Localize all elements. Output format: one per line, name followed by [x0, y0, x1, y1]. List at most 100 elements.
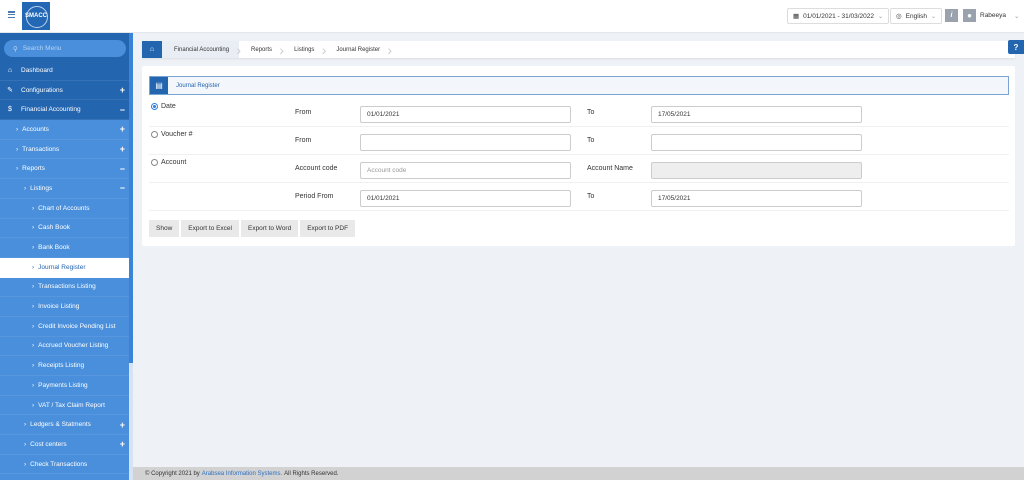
sidebar-item-label: Transactions — [22, 145, 60, 153]
export-excel-button[interactable]: Export to Excel — [181, 220, 239, 237]
top-header: SMACC ▦ 01/01/2021 - 31/03/2022 ⌄ ◎ English… — [0, 0, 1024, 33]
chevron-right-icon: › — [24, 421, 27, 429]
show-button[interactable]: Show — [149, 220, 180, 237]
breadcrumb-item[interactable]: Listings — [282, 41, 327, 58]
sidebar-item-transactions-listing[interactable]: › Transactions Listing — [0, 278, 129, 298]
account-row: Account Account code Account Name — [149, 155, 1009, 183]
chevron-right-icon: › — [32, 303, 35, 311]
report-card: ▤Journal Register Date From To Voucher #… — [142, 66, 1015, 246]
chevron-down-icon: ⌄ — [878, 13, 884, 20]
sidebar-item-credit-invoice-pending-list[interactable]: › Credit Invoice Pending List — [0, 317, 129, 337]
language-selector[interactable]: ◎ English ⌄ — [890, 8, 943, 24]
export-pdf-button[interactable]: Export to PDF — [300, 220, 356, 237]
sidebar-item-financial-accounting[interactable]: $ Financial Accounting − — [0, 100, 129, 121]
period-from-input[interactable] — [360, 190, 571, 207]
search-menu-input[interactable]: ⚲ Search Menu — [4, 40, 126, 57]
collapse-icon[interactable]: − — [120, 164, 125, 174]
sidebar-item-label: Configurations — [21, 86, 63, 94]
breadcrumb-item[interactable]: Financial Accounting — [162, 41, 241, 58]
wrench-icon: ✎ — [7, 87, 13, 95]
chevron-right-icon: › — [16, 145, 19, 153]
collapse-icon[interactable]: − — [120, 105, 125, 115]
voucher-to-input[interactable] — [651, 134, 862, 151]
expand-icon[interactable]: + — [120, 439, 125, 449]
to-label: To — [587, 137, 595, 144]
voucher-from-input[interactable] — [360, 134, 571, 151]
period-to-input[interactable] — [651, 190, 862, 207]
from-label: From — [295, 109, 312, 116]
chevron-right-icon: › — [24, 460, 27, 468]
hamburger-menu-icon[interactable] — [8, 11, 15, 18]
expand-icon[interactable]: + — [120, 420, 125, 430]
smacc-logo[interactable]: SMACC — [22, 2, 50, 30]
user-menu[interactable]: ● Rabeeya ⌄ — [963, 9, 1019, 22]
sidebar-scrollbar[interactable] — [129, 33, 133, 480]
sidebar-item-ledgers-statments[interactable]: › Ledgers & Statments + — [0, 415, 129, 436]
home-icon[interactable]: ⌂ — [142, 41, 162, 58]
chevron-right-icon: › — [16, 165, 19, 173]
period-from-label: Period From — [295, 193, 334, 200]
sidebar-item-invoice-listing[interactable]: › Invoice Listing — [0, 297, 129, 317]
voucher-row: Voucher # From To — [149, 127, 1009, 155]
date-radio[interactable]: Date — [151, 103, 176, 110]
chevron-down-icon: ⌄ — [1014, 12, 1020, 20]
sidebar-item-label: Journal Register — [38, 263, 86, 271]
chevron-right-icon: › — [32, 362, 35, 370]
sidebar-item-label: Payments Listing — [38, 381, 88, 389]
breadcrumb-item[interactable]: Reports — [239, 41, 284, 58]
sidebar-item-journal-register[interactable]: › Journal Register — [0, 257, 129, 278]
sidebar-item-dashboard[interactable]: ⌂ Dashboard — [0, 61, 129, 81]
sidebar-item-transactions[interactable]: › Transactions + — [0, 140, 129, 160]
sidebar-item-configurations[interactable]: ✎ Configurations + — [0, 81, 129, 101]
date-range-selector[interactable]: ▦ 01/01/2021 - 31/03/2022 ⌄ — [787, 8, 890, 24]
sidebar-item-label: Reports — [22, 165, 45, 173]
breadcrumb-item-current: Journal Register — [324, 41, 391, 58]
sidebar-item-label: Listings — [30, 184, 53, 192]
chevron-right-icon: › — [16, 125, 19, 133]
chevron-right-icon: › — [32, 244, 35, 252]
export-word-button[interactable]: Export to Word — [240, 220, 299, 237]
voucher-radio[interactable]: Voucher # — [151, 131, 193, 138]
info-button[interactable]: i — [945, 9, 958, 22]
help-icon[interactable]: ? — [1008, 40, 1024, 54]
sidebar-item-vat-tax-claim-report[interactable]: › VAT / Tax Claim Report — [0, 396, 129, 416]
account-radio[interactable]: Account — [151, 159, 186, 166]
sidebar-item-label: Ledgers & Statments — [30, 421, 91, 429]
collapse-icon[interactable]: − — [120, 183, 125, 193]
date-from-input[interactable] — [360, 106, 571, 123]
chevron-right-icon: › — [32, 224, 35, 232]
sidebar-item-label: Credit Invoice Pending List — [38, 322, 116, 330]
sidebar-item-accrued-voucher-listing[interactable]: › Accrued Voucher Listing — [0, 337, 129, 357]
chevron-down-icon: ⌄ — [931, 13, 937, 20]
sidebar-item-receipts-listing[interactable]: › Receipts Listing — [0, 356, 129, 376]
sidebar-item-check-transactions[interactable]: › Check Transactions — [0, 455, 129, 475]
expand-icon[interactable]: + — [120, 124, 125, 134]
panel-title: ▤ Journal Register — [149, 76, 1009, 95]
globe-icon: ◎ — [896, 13, 902, 20]
sidebar-item-chart-of-accounts[interactable]: › Chart of Accounts — [0, 199, 129, 219]
sidebar-item-label: Transactions Listing — [38, 283, 96, 291]
account-name-input — [651, 162, 862, 179]
date-to-input[interactable] — [651, 106, 862, 123]
footer: © Copyright 2021 by Arabsea Information … — [133, 467, 1024, 480]
sidebar-item-listings[interactable]: › Listings − — [0, 179, 129, 199]
sidebar-item-bank-book[interactable]: › Bank Book — [0, 238, 129, 258]
company-link[interactable]: Arabsea Information Systems. — [202, 471, 282, 477]
sidebar: ⚲ Search Menu ⌂ Dashboard ✎ Configurations + $… — [0, 33, 129, 480]
period-row: Period From To — [149, 183, 1009, 211]
chevron-right-icon: › — [32, 381, 35, 389]
from-label: From — [295, 137, 312, 144]
sidebar-item-payments-listing[interactable]: › Payments Listing — [0, 376, 129, 396]
sidebar-item-label: Check Transactions — [30, 460, 88, 468]
account-code-label: Account code — [295, 165, 338, 172]
sidebar-item-label: Dashboard — [21, 66, 53, 74]
sidebar-item-label: Receipts Listing — [38, 362, 85, 370]
sidebar-item-label: Invoice Listing — [38, 303, 80, 311]
sidebar-item-reports[interactable]: › Reports − — [0, 159, 129, 180]
expand-icon[interactable]: + — [120, 144, 125, 154]
expand-icon[interactable]: + — [120, 85, 125, 95]
sidebar-item-cash-book[interactable]: › Cash Book — [0, 219, 129, 239]
sidebar-item-accounts[interactable]: › Accounts + — [0, 120, 129, 140]
sidebar-item-cost-centers[interactable]: › Cost centers + — [0, 435, 129, 455]
account-code-input[interactable] — [360, 162, 571, 179]
